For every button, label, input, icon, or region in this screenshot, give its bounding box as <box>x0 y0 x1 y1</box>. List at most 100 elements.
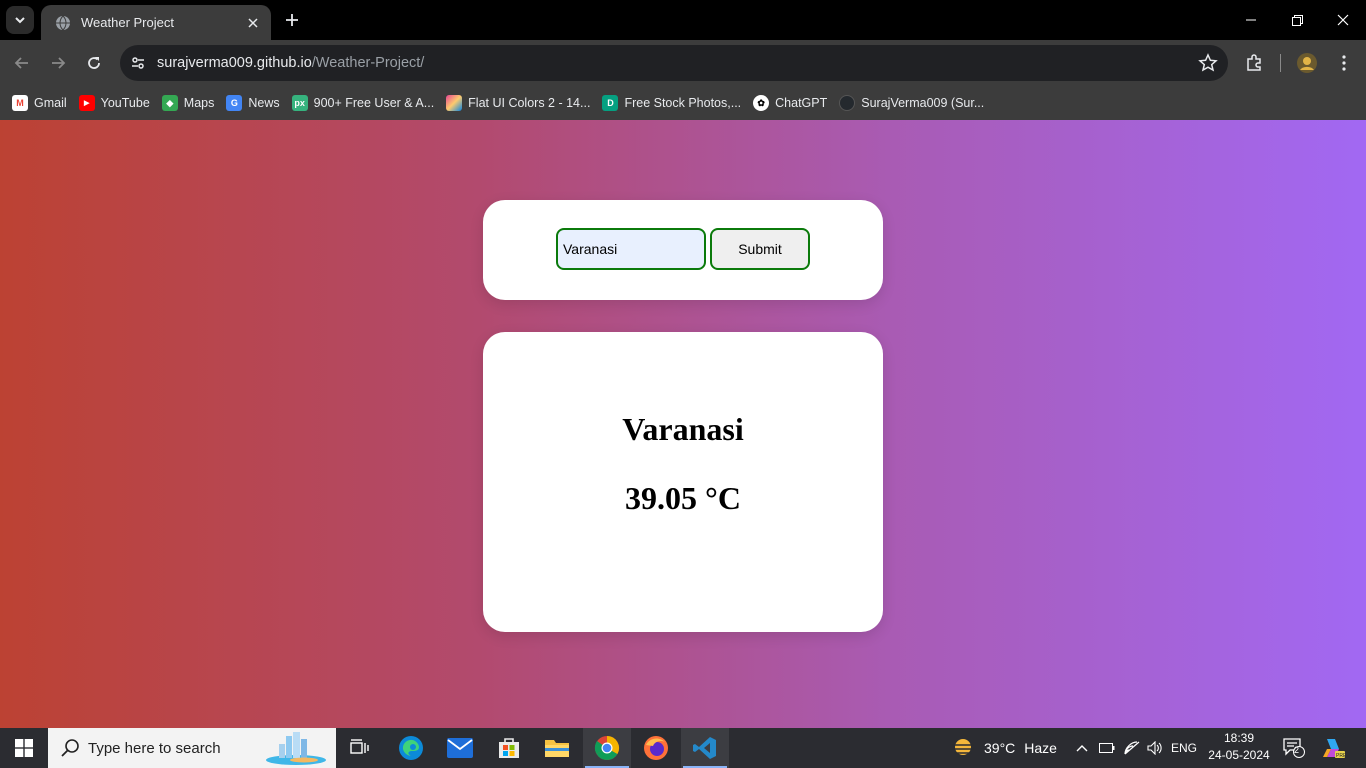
youtube-icon: ▶ <box>78 95 95 111</box>
back-button[interactable] <box>8 49 36 77</box>
battery-tray[interactable] <box>1097 728 1117 768</box>
browser-toolbar: surajverma009.github.io/Weather-Project/ <box>0 40 1366 86</box>
stockphotos-icon: D <box>602 95 619 111</box>
battery-icon <box>1099 743 1115 753</box>
submit-button[interactable]: Submit <box>710 228 810 270</box>
bookmark-chatgpt[interactable]: ✿ ChatGPT <box>749 89 835 117</box>
px-icon: px <box>291 95 308 111</box>
search-form-card: Submit <box>483 200 883 300</box>
close-window-button[interactable] <box>1320 0 1366 40</box>
speaker-icon <box>1147 741 1162 755</box>
bookmark-label: Free Stock Photos,... <box>624 96 742 110</box>
search-placeholder: Type here to search <box>88 739 221 757</box>
bookmark-label: YouTube <box>100 96 150 110</box>
bookmark-stock-photos[interactable]: D Free Stock Photos,... <box>598 89 749 117</box>
avatar-icon <box>1297 53 1317 73</box>
forward-button[interactable] <box>44 49 72 77</box>
globe-icon <box>56 15 70 30</box>
haze-sun-icon <box>952 739 974 758</box>
bookmark-label: Maps <box>183 96 215 110</box>
mail-icon <box>447 738 473 758</box>
restore-button[interactable] <box>1274 0 1320 40</box>
address-bar[interactable]: surajverma009.github.io/Weather-Project/ <box>120 45 1228 81</box>
notification-count: 2 <box>1294 745 1300 755</box>
reload-button[interactable] <box>80 49 108 77</box>
maps-icon: ◆ <box>161 95 178 111</box>
folder-icon <box>545 740 569 757</box>
bookmark-gmail[interactable]: M Gmail <box>8 89 75 117</box>
bookmark-maps[interactable]: ◆ Maps <box>158 89 223 117</box>
taskbar-file-explorer[interactable] <box>533 728 581 768</box>
tab-close-icon[interactable] <box>245 15 261 31</box>
news-icon: G <box>226 95 243 111</box>
bookmark-youtube[interactable]: ▶ YouTube <box>75 89 158 117</box>
taskbar-mail[interactable] <box>436 728 484 768</box>
url-text: surajverma009.github.io/Weather-Project/ <box>157 55 424 71</box>
minimize-icon <box>1246 19 1256 21</box>
reload-icon <box>88 57 100 69</box>
network-tray[interactable] <box>1122 728 1142 768</box>
copilot-icon: PRE <box>1323 739 1345 759</box>
taskbar-edge[interactable] <box>387 728 435 768</box>
extensions-button[interactable] <box>1240 49 1268 77</box>
show-hidden-icons-button[interactable] <box>1072 728 1092 768</box>
edge-icon <box>399 736 423 760</box>
city-input[interactable] <box>556 228 706 270</box>
bookmark-label: SurajVerma009 (Sur... <box>861 96 985 110</box>
taskbar: Type here to search 39°C Haze ENG 18:39 … <box>0 728 1366 768</box>
bookmark-star-icon[interactable] <box>1198 53 1218 73</box>
close-icon <box>1337 14 1349 26</box>
bookmarks-bar: M Gmail ▶ YouTube ◆ Maps G News px 900+ Free … <box>0 86 1366 120</box>
task-view-button[interactable] <box>336 728 384 768</box>
tab-search-button[interactable] <box>6 6 34 34</box>
vscode-icon <box>693 737 716 759</box>
store-icon <box>499 738 519 758</box>
taskbar-vscode[interactable] <box>681 728 729 768</box>
bookmark-label: News <box>248 96 280 110</box>
taskbar-firefox[interactable] <box>632 728 680 768</box>
bookmark-label: Gmail <box>34 96 67 110</box>
start-button[interactable] <box>0 728 48 768</box>
volume-tray[interactable] <box>1145 728 1165 768</box>
clock-date: 24-05-2024 <box>1208 748 1270 762</box>
chevron-down-icon <box>15 17 25 24</box>
profile-avatar[interactable] <box>1293 49 1321 77</box>
result-temperature: 39.05 °C <box>625 480 741 516</box>
taskbar-search-box[interactable]: Type here to search <box>48 728 336 768</box>
task-view-icon <box>350 739 369 754</box>
search-highlight-illustration-icon <box>266 732 326 765</box>
windows-logo-icon <box>15 739 33 757</box>
tab-weather-project[interactable]: Weather Project <box>41 5 271 40</box>
weather-result-card: Varanasi 39.05 °C <box>483 332 883 632</box>
tab-title: Weather Project <box>81 15 174 30</box>
url-path: /Weather-Project/ <box>311 55 425 71</box>
arrow-left-icon <box>14 57 28 69</box>
bookmark-flat-ui[interactable]: Flat UI Colors 2 - 14... <box>442 89 598 117</box>
clock-time: 18:39 <box>1223 731 1255 745</box>
chevron-up-icon <box>1076 745 1088 752</box>
site-info-icon[interactable] <box>122 47 154 79</box>
bookmark-github[interactable]: SurajVerma009 (Sur... <box>835 89 992 117</box>
url-host: surajverma009.github.io <box>157 55 312 71</box>
weather-condition: Haze <box>1024 740 1057 756</box>
browser-menu-button[interactable] <box>1330 49 1358 77</box>
svg-text:PRE: PRE <box>1336 753 1345 759</box>
restore-icon <box>1291 14 1303 26</box>
copilot-button[interactable]: PRE <box>1318 728 1348 768</box>
minimize-button[interactable] <box>1228 0 1274 40</box>
bookmark-label: ChatGPT <box>775 96 828 110</box>
bookmark-news[interactable]: G News <box>222 89 287 117</box>
bookmark-label: Flat UI Colors 2 - 14... <box>468 96 591 110</box>
taskbar-clock[interactable]: 18:39 24-05-2024 <box>1204 730 1274 764</box>
language-indicator[interactable]: ENG <box>1168 728 1200 768</box>
taskbar-store[interactable] <box>485 728 533 768</box>
taskbar-chrome[interactable] <box>583 728 631 768</box>
notification-center-button[interactable]: 2 <box>1280 728 1308 768</box>
new-tab-button[interactable] <box>280 8 304 32</box>
puzzle-icon <box>1247 54 1261 71</box>
bookmark-free-user[interactable]: px 900+ Free User & A... <box>288 89 443 117</box>
weather-widget[interactable]: 39°C Haze <box>950 728 1057 768</box>
chatgpt-icon: ✿ <box>753 95 770 111</box>
page-viewport: Submit Varanasi 39.05 °C <box>0 120 1366 728</box>
more-vert-icon <box>1342 55 1346 71</box>
